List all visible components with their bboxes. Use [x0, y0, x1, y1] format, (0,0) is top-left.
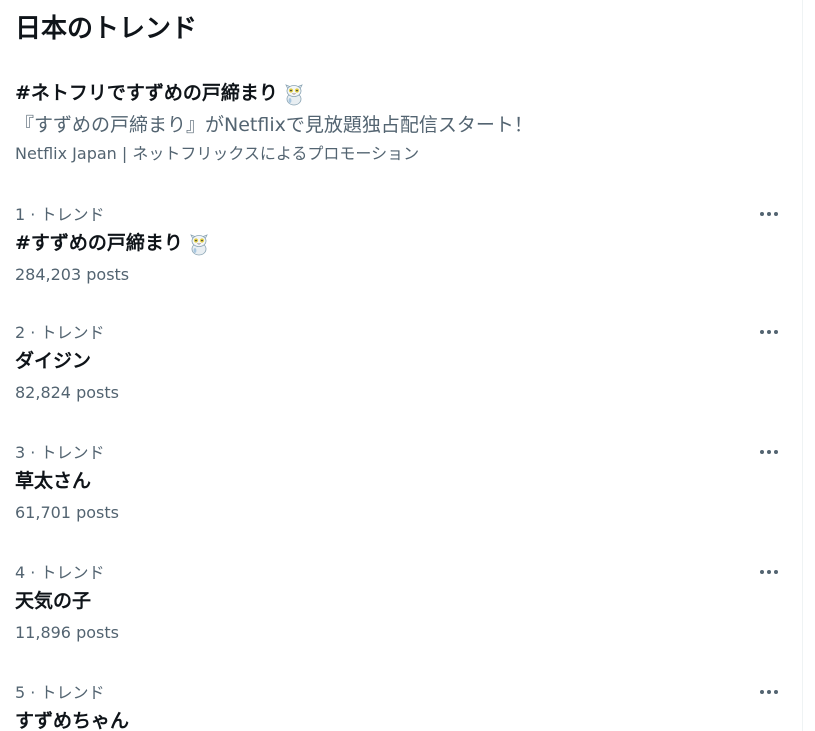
trend-name: すずめちゃん — [15, 710, 130, 731]
more-options-icon — [760, 450, 778, 454]
more-options-button[interactable] — [754, 561, 784, 583]
trend-post-count: 11,896 posts — [15, 623, 119, 642]
promoted-trend-title-text: #ネトフリですずめの戸締まり — [15, 82, 278, 104]
trend-item[interactable]: 4 · トレンド 天気の子 11,896 posts — [0, 561, 802, 681]
more-options-button[interactable] — [754, 681, 784, 703]
promoted-trend-description: 『すずめの戸締まり』がNetflixで見放題独占配信スタート！ — [15, 114, 533, 136]
more-options-button[interactable] — [754, 203, 784, 225]
more-options-button[interactable] — [754, 321, 784, 343]
more-options-icon — [760, 330, 778, 334]
trend-post-count: 284,203 posts — [15, 265, 130, 284]
promoted-by-label: Netflix Japan | ネットフリックスによるプロモーション — [15, 144, 420, 163]
trend-name: #すずめの戸締まり — [15, 229, 212, 257]
trend-name: ダイジン — [15, 350, 92, 372]
column-divider — [802, 0, 803, 731]
promoted-trend[interactable]: #ネトフリですずめの戸締まり 『すずめの戸締まり』がNetflixで見放題独占配… — [15, 76, 785, 168]
trend-name: 草太さん — [15, 470, 92, 492]
trend-item[interactable]: 1 · トレンド #すずめの戸締まり 284,203 posts — [0, 203, 802, 323]
trend-item[interactable]: 3 · トレンド 草太さん 61,701 posts — [0, 441, 802, 561]
trend-rank-label: 1 · トレンド — [15, 205, 105, 224]
more-options-icon — [760, 690, 778, 694]
more-options-icon — [760, 570, 778, 574]
trend-item[interactable]: 2 · トレンド ダイジン 82,824 posts — [0, 321, 802, 441]
promoted-trend-title[interactable]: #ネトフリですずめの戸締まり — [15, 79, 307, 107]
page-title: 日本のトレンド — [15, 14, 198, 44]
more-options-button[interactable] — [754, 441, 784, 463]
cat-daijin-icon — [281, 80, 307, 106]
trend-post-count: 61,701 posts — [15, 503, 119, 522]
trend-post-count: 82,824 posts — [15, 383, 119, 402]
trend-item[interactable]: 5 · トレンド すずめちゃん — [0, 681, 802, 731]
trend-rank-label: 5 · トレンド — [15, 683, 105, 702]
trend-rank-label: 3 · トレンド — [15, 443, 105, 462]
trend-rank-label: 4 · トレンド — [15, 563, 105, 582]
trend-name: 天気の子 — [15, 590, 92, 612]
cat-daijin-icon — [186, 230, 212, 256]
trend-rank-label: 2 · トレンド — [15, 323, 105, 342]
trend-name-text: #すずめの戸締まり — [15, 232, 183, 254]
more-options-icon — [760, 212, 778, 216]
